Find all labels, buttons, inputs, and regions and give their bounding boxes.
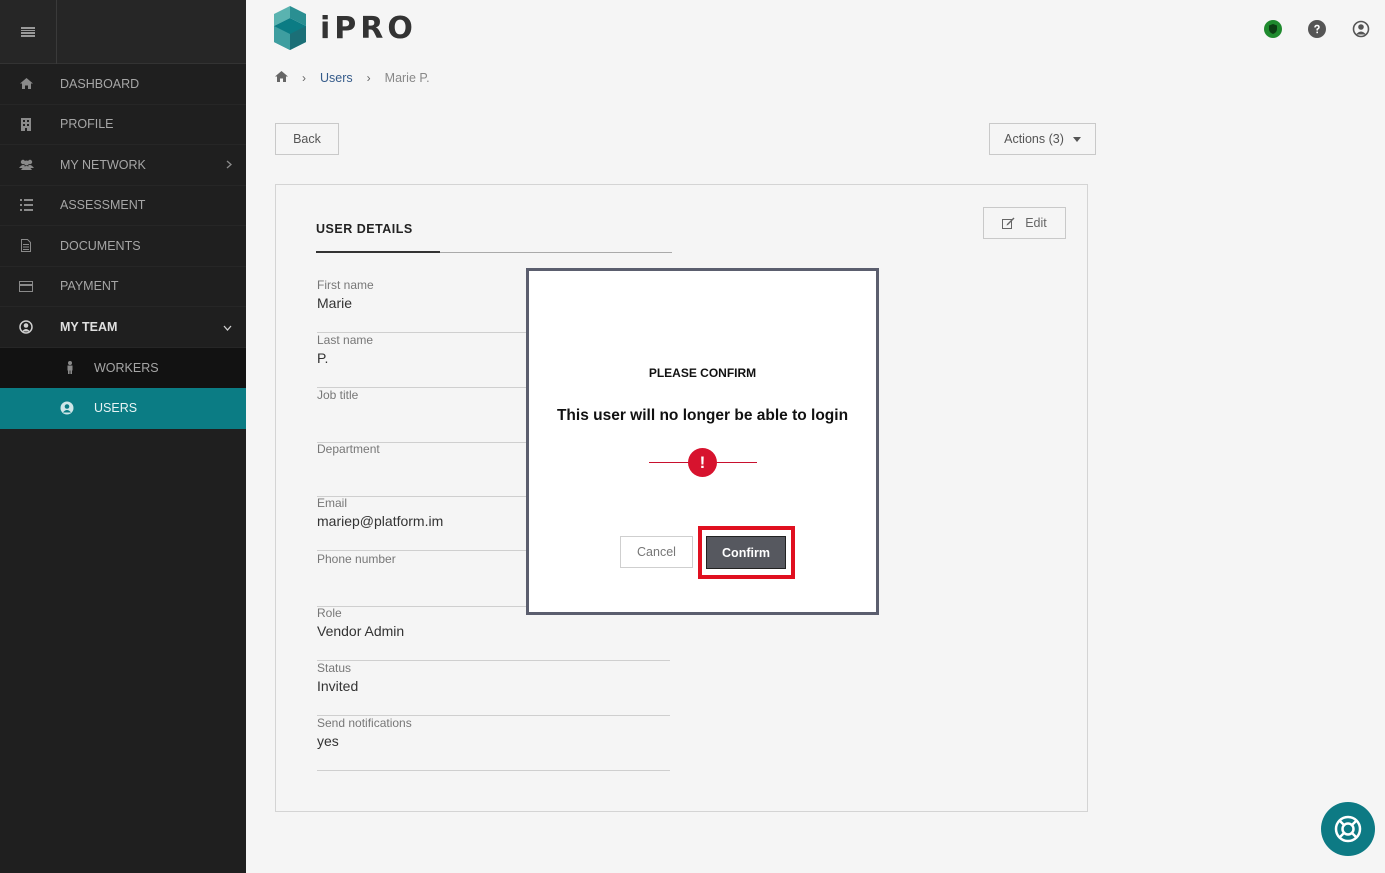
warning-icon: !	[688, 448, 717, 477]
sidebar: DASHBOARD PROFILE MY NETWORK ASSESSMENT	[0, 0, 246, 873]
breadcrumb-users-link[interactable]: Users	[320, 71, 353, 85]
sidebar-item-documents[interactable]: DOCUMENTS	[0, 226, 246, 267]
actions-label: Actions (3)	[1004, 132, 1064, 146]
field-label: Job title	[317, 388, 359, 402]
tab-active-indicator	[316, 251, 440, 253]
sidebar-item-label: PAYMENT	[60, 279, 119, 294]
caret-down-icon	[1072, 136, 1081, 142]
sidebar-item-label: MY TEAM	[60, 319, 118, 334]
field-value: Vendor Admin	[317, 623, 405, 639]
menu-toggle-button[interactable]	[0, 0, 57, 64]
field-value: yes	[317, 733, 339, 749]
field-value: Invited	[317, 678, 359, 694]
support-button[interactable]	[1321, 802, 1375, 856]
breadcrumb: › Users › Marie P.	[275, 70, 430, 86]
field-status: Status Invited	[317, 661, 670, 716]
sidebar-subitem-label: WORKERS	[94, 360, 159, 375]
sidebar-header	[0, 0, 246, 64]
building-icon	[0, 117, 52, 131]
field-label: Send notifications	[317, 716, 412, 730]
sidebar-item-assessment[interactable]: ASSESSMENT	[0, 186, 246, 226]
confirm-button[interactable]: Confirm	[706, 536, 786, 569]
sidebar-item-dashboard[interactable]: DASHBOARD	[0, 64, 246, 105]
confirm-dialog: PLEASE CONFIRM This user will no longer …	[526, 268, 879, 615]
field-label: Email	[317, 496, 348, 510]
hamburger-icon	[21, 26, 35, 37]
field-send-notifications: Send notifications yes	[317, 716, 670, 771]
warning-divider-left	[649, 462, 689, 463]
edit-button[interactable]: Edit	[983, 207, 1066, 239]
breadcrumb-separator: ›	[366, 71, 371, 85]
edit-label: Edit	[1025, 216, 1047, 230]
user-circle-icon	[60, 401, 74, 415]
field-label: Phone number	[317, 552, 396, 566]
home-icon	[0, 78, 52, 90]
user-circle-icon	[0, 320, 52, 334]
dialog-message: This user will no longer be able to logi…	[556, 407, 849, 424]
chevron-down-icon	[223, 320, 232, 334]
account-icon[interactable]	[1352, 20, 1370, 38]
top-header: iPRO	[246, 0, 1385, 64]
sidebar-item-label: ASSESSMENT	[60, 198, 146, 213]
breadcrumb-current: Marie P.	[384, 71, 430, 85]
document-icon	[0, 239, 52, 253]
field-label: Department	[317, 442, 380, 456]
home-icon[interactable]	[275, 71, 288, 85]
logo-mark-icon	[274, 6, 306, 50]
lifebuoy-icon	[1334, 815, 1362, 843]
sidebar-item-label: PROFILE	[60, 117, 114, 132]
field-value: P.	[317, 350, 329, 366]
chevron-right-icon	[226, 158, 232, 172]
field-label: Status	[317, 661, 352, 675]
edit-icon	[1002, 217, 1015, 229]
actions-dropdown-button[interactable]: Actions (3)	[989, 123, 1096, 155]
app-logo[interactable]: iPRO	[274, 6, 417, 50]
help-icon[interactable]	[1308, 20, 1326, 38]
sidebar-item-my-team[interactable]: MY TEAM	[0, 307, 246, 348]
security-badge-icon[interactable]	[1264, 20, 1282, 38]
list-icon	[0, 199, 52, 212]
sidebar-item-payment[interactable]: PAYMENT	[0, 267, 246, 307]
tab-user-details[interactable]: USER DETAILS	[316, 222, 413, 236]
sidebar-item-label: DASHBOARD	[60, 76, 140, 91]
sidebar-subitem-label: USERS	[94, 401, 138, 416]
sidebar-item-label: MY NETWORK	[60, 157, 146, 172]
field-label: First name	[317, 278, 374, 292]
sidebar-item-profile[interactable]: PROFILE	[0, 105, 246, 145]
sidebar-subitem-workers[interactable]: WORKERS	[0, 347, 246, 388]
sidebar-nav: DASHBOARD PROFILE MY NETWORK ASSESSMENT	[0, 64, 246, 429]
logo-text: iPRO	[320, 10, 417, 46]
field-value: Marie	[317, 295, 353, 311]
warning-divider-right	[717, 462, 757, 463]
users-icon	[0, 159, 52, 171]
dialog-title: PLEASE CONFIRM	[648, 366, 757, 380]
sidebar-item-my-network[interactable]: MY NETWORK	[0, 145, 246, 186]
breadcrumb-separator: ›	[302, 71, 306, 85]
field-label: Last name	[317, 333, 374, 347]
back-button[interactable]: Back	[275, 123, 339, 155]
sidebar-item-label: DOCUMENTS	[60, 238, 141, 253]
sidebar-subitem-users[interactable]: USERS	[0, 388, 246, 429]
field-label: Role	[317, 606, 342, 620]
cancel-button[interactable]: Cancel	[620, 536, 693, 568]
person-icon	[60, 361, 74, 375]
credit-card-icon	[0, 280, 52, 292]
field-value: mariep@platform.im	[317, 513, 444, 529]
